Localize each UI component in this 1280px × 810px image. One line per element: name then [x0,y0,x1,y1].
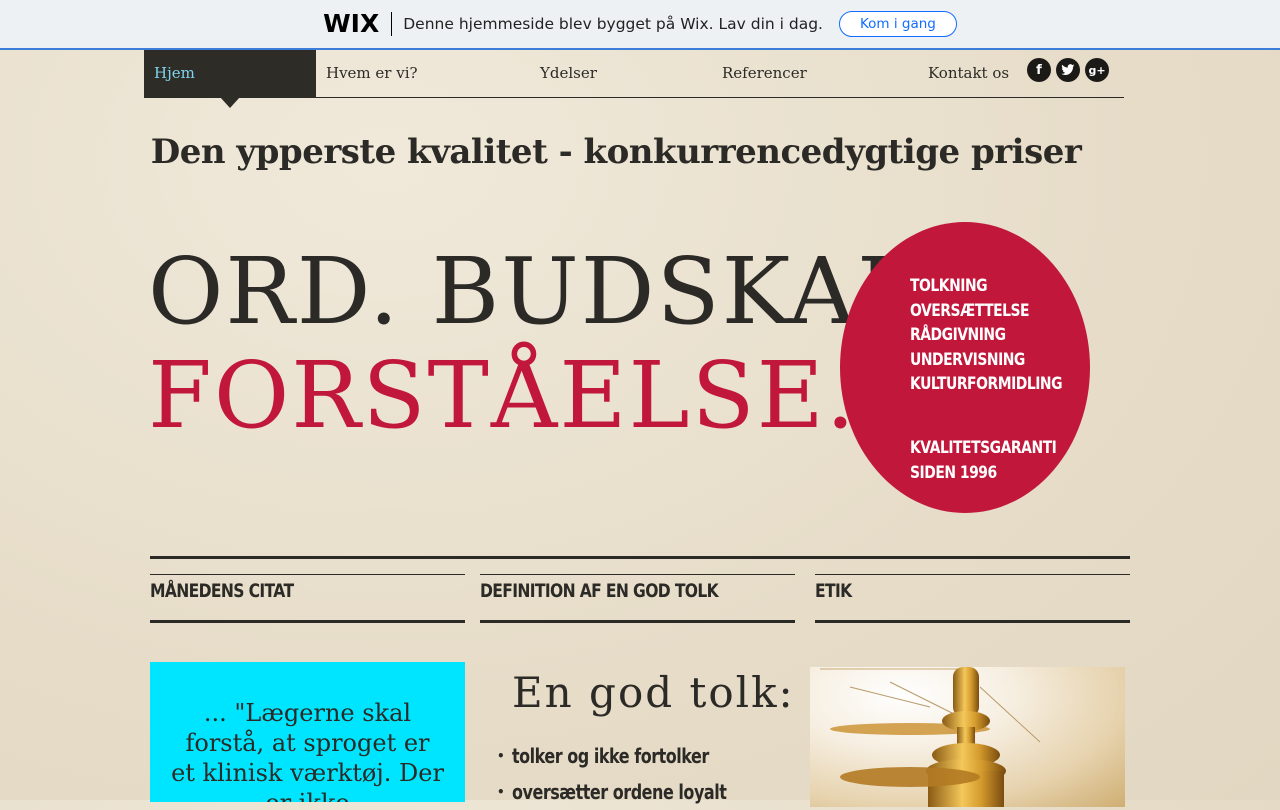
hero-line-1: ORD. BUDSKAB. [148,238,958,345]
quality-guarantee: KVALITETSGARANTI SIDEN 1996 [910,436,1057,486]
list-item: tolker og ikke fortolker [497,738,780,774]
services-list: TOLKNING OVERSÆTTELSE RÅDGIVNING UNDERVI… [910,274,1063,397]
nav-item-hjem[interactable]: Hjem [144,50,316,97]
guarantee-line-2: SIDEN 1996 [910,463,997,483]
quote-box: ... "Lægerne skal forstå, at sproget er … [150,662,465,802]
service-item: RÅDGIVNING [910,325,1006,345]
definition-list: tolker og ikke fortolker oversætter orde… [497,738,780,810]
divider [480,574,795,575]
service-item: OVERSÆTTELSE [910,300,1030,321]
nav-item-referencer[interactable]: Referencer [722,50,807,97]
nav-item-hvem-er-vi[interactable]: Hvem er vi? [326,50,418,97]
service-item: TOLKNING [910,276,988,296]
service-item: KULTURFORMIDLING [910,374,1063,394]
wix-banner: WIX Denne hjemmeside blev bygget på Wix.… [0,0,1280,50]
column-heading-citat: MÅNEDENS CITAT [150,580,294,602]
facebook-icon[interactable]: f [1027,58,1051,82]
divider [815,574,1130,575]
twitter-icon[interactable] [1056,58,1080,82]
wix-get-started-button[interactable]: Kom i gang [838,11,957,37]
wix-logo[interactable]: WIX [323,11,393,36]
scales-of-justice-image [810,667,1125,807]
definition-title: En god tolk: [512,668,795,717]
divider [815,620,1130,623]
column-heading-definition: DEFINITION AF EN GOD TOLK [480,580,719,602]
services-circle: TOLKNING OVERSÆTTELSE RÅDGIVNING UNDERVI… [840,222,1090,513]
page-tagline: Den ypperste kvalitet - konkurrencedygti… [150,132,1082,172]
column-heading-etik: ETIK [815,580,852,602]
nav-active-pointer [220,97,240,108]
google-plus-icon[interactable]: g+ [1085,58,1109,82]
nav-item-kontakt-os[interactable]: Kontakt os [928,50,1009,97]
section-divider [150,556,1130,559]
social-bar: f g+ [1027,58,1109,82]
quote-text: ... "Lægerne skal forstå, at sproget er … [171,699,444,802]
divider [480,620,795,623]
nav-item-ydelser[interactable]: Ydelser [540,50,597,97]
list-item: oversætter ordene loyalt [497,774,780,810]
guarantee-line-1: KVALITETSGARANTI [910,438,1057,458]
divider [150,620,465,623]
wix-banner-message: Denne hjemmeside blev bygget på Wix. Lav… [403,15,823,33]
main-nav: Hjem Hvem er vi? Ydelser Referencer Kont… [144,50,1124,108]
hero-line-2: FORSTÅELSE. [148,342,858,449]
service-item: UNDERVISNING [910,349,1025,370]
divider [150,574,465,575]
